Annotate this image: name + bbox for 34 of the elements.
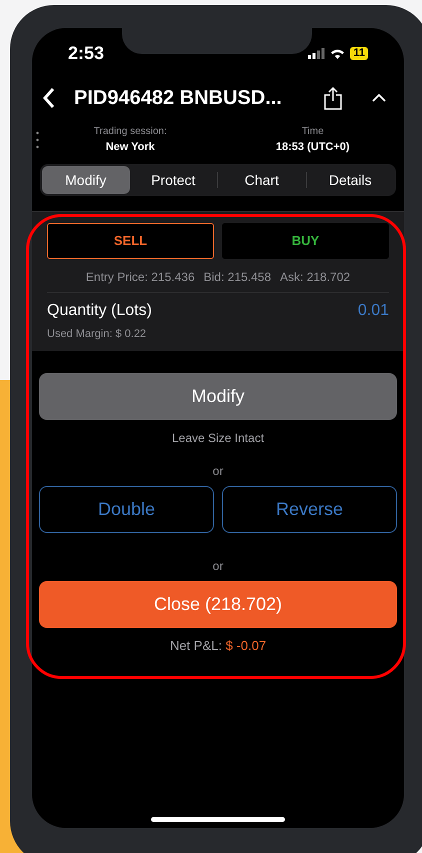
tab[interactable]: Protect xyxy=(130,166,217,194)
drag-handle-icon[interactable] xyxy=(36,131,39,149)
tab[interactable]: Chart xyxy=(218,166,306,194)
alternative-button[interactable]: Double xyxy=(39,486,214,532)
tab[interactable]: Modify xyxy=(42,166,130,194)
info-value: 18:53 (UTC+0) xyxy=(276,140,350,156)
back-icon[interactable] xyxy=(42,87,56,109)
quantity-value[interactable]: 0.01 xyxy=(358,299,389,323)
price-text: Entry Price: 215.436 xyxy=(86,269,195,286)
position-title: PID946482 BNBUSD... xyxy=(74,86,282,111)
quantity-label: Quantity (Lots) xyxy=(47,301,152,321)
info-label: Time xyxy=(302,125,324,140)
tab[interactable]: Details xyxy=(306,166,394,194)
wifi-icon xyxy=(330,48,346,58)
collapse-icon[interactable] xyxy=(372,93,386,103)
side-button[interactable]: BUY xyxy=(222,223,389,259)
signal-icon xyxy=(308,48,326,58)
status-time: 2:53 xyxy=(68,42,104,64)
close-button[interactable]: Close (218.702) xyxy=(39,580,397,628)
price-text: Bid: 215.458 xyxy=(204,269,272,286)
modify-button[interactable]: Modify xyxy=(39,372,397,420)
info-value: New York xyxy=(106,140,155,156)
or-separator: or xyxy=(212,462,224,480)
or-separator: or xyxy=(212,558,224,574)
side-button[interactable]: SELL xyxy=(47,223,214,259)
price-text: Ask: 218.702 xyxy=(280,269,350,286)
battery-level: 11 xyxy=(350,46,368,60)
hint-text: Leave Size Intact xyxy=(172,430,264,446)
alternative-button[interactable]: Reverse xyxy=(222,486,397,532)
pnl-label: Net P&L: xyxy=(170,638,223,652)
share-icon[interactable] xyxy=(324,86,342,110)
pnl-value: $ -0.07 xyxy=(226,638,266,652)
info-label: Trading session: xyxy=(94,125,167,140)
used-margin: Used Margin: $ 0.22 xyxy=(47,327,148,342)
